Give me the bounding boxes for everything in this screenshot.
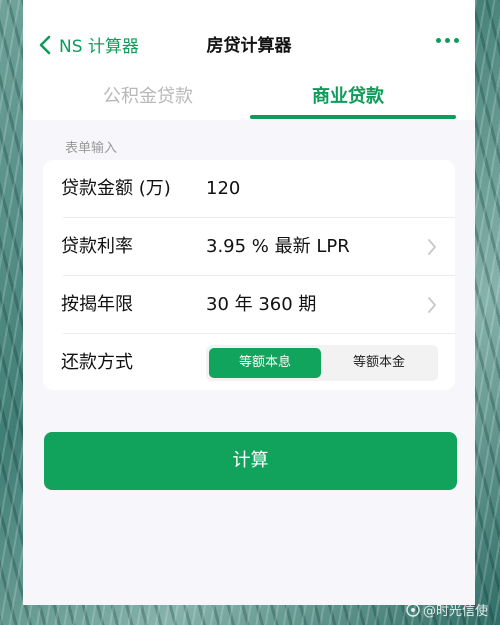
- loan-amount-input[interactable]: 120: [206, 160, 240, 218]
- loan-amount-row[interactable]: 贷款金额 (万) 120: [43, 160, 455, 218]
- navigation-bar: NS 计算器 房贷计算器: [23, 0, 475, 82]
- tab-provident-fund-loan[interactable]: 公积金贷款: [63, 82, 233, 118]
- repayment-method-segmented-control: 等额本息 等额本金: [206, 345, 438, 381]
- loan-rate-label: 贷款利率: [61, 236, 133, 257]
- watermark: @时光信使: [406, 600, 488, 619]
- loan-term-value[interactable]: 30 年 360 期: [206, 276, 316, 334]
- section-label: 表单输入: [65, 141, 118, 156]
- loan-type-tabs: 公积金贷款 商业贷款: [23, 82, 475, 120]
- loan-rate-row[interactable]: 贷款利率 3.95 % 最新 LPR: [43, 218, 455, 276]
- active-tab-indicator: [250, 115, 456, 119]
- loan-term-row[interactable]: 按揭年限 30 年 360 期: [43, 276, 455, 334]
- loan-rate-value[interactable]: 3.95 % 最新 LPR: [206, 218, 350, 276]
- repayment-method-label: 还款方式: [61, 352, 133, 373]
- loan-amount-label: 贷款金额 (万): [61, 178, 171, 199]
- watermark-text: @时光信使: [422, 604, 488, 619]
- more-dots-icon[interactable]: [436, 38, 459, 43]
- loan-term-label: 按揭年限: [61, 294, 133, 315]
- form-card: 贷款金额 (万) 120 贷款利率 3.95 % 最新 LPR 按揭年限 30 …: [43, 160, 455, 390]
- equal-principal-option[interactable]: 等额本金: [323, 348, 435, 378]
- chevron-right-icon: [428, 239, 436, 255]
- tab-commercial-loan[interactable]: 商业贷款: [263, 82, 433, 118]
- app-screen: NS 计算器 房贷计算器 公积金贷款 商业贷款 表单输入 贷款金额 (万) 12…: [23, 0, 475, 605]
- repayment-method-row: 还款方式 等额本息 等额本金: [43, 334, 455, 392]
- watermark-logo-icon: [406, 602, 420, 617]
- chevron-right-icon: [428, 297, 436, 313]
- page-title: 房贷计算器: [206, 36, 292, 56]
- equal-installment-option[interactable]: 等额本息: [209, 348, 321, 378]
- calculate-button[interactable]: 计算: [44, 432, 457, 490]
